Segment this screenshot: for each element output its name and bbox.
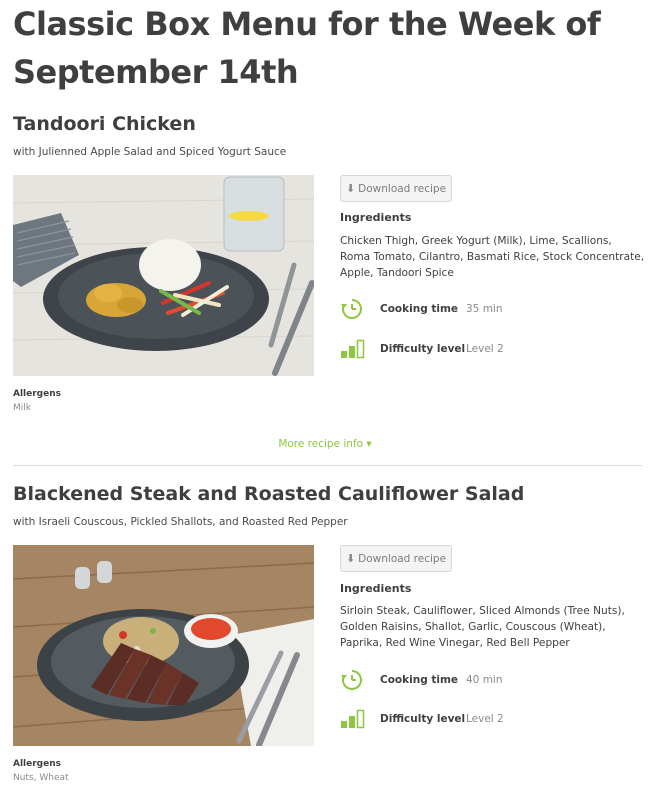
difficulty-bars-icon [340,708,366,730]
allergens-label: Allergens [13,389,61,399]
page-title: Classic Box Menu for the Week of Septemb… [13,5,601,91]
ingredients-heading: Ingredients [340,582,412,595]
download-recipe-button[interactable]: ⬇ Download recipe [340,545,452,572]
difficulty-row: Difficulty level Level 2 [340,337,504,361]
ingredients-heading: Ingredients [340,211,412,224]
download-icon: ⬇ [345,552,356,565]
download-recipe-button[interactable]: ⬇ Download recipe [340,175,452,202]
recipe-photo[interactable] [13,545,314,746]
difficulty-label: Difficulty level [380,713,466,725]
allergens-label: Allergens [13,759,61,769]
download-recipe-label: Download recipe [358,182,447,195]
download-recipe-label: Download recipe [358,552,447,565]
cooking-time-value: 35 min [466,303,503,315]
cooking-time-label: Cooking time [380,303,459,315]
clock-icon [340,669,366,691]
difficulty-value: Level 2 [466,343,504,355]
ingredients-list: Chicken Thigh, Greek Yogurt (Milk), Lime… [340,235,645,279]
allergens-value: Milk [13,403,31,413]
clock-icon [340,298,366,320]
more-recipe-info-link[interactable]: More recipe info ▾ [0,438,650,450]
difficulty-value: Level 2 [466,713,504,725]
ingredients-list: Sirloin Steak, Cauliflower, Sliced Almon… [340,605,625,649]
cooking-time-value: 40 min [466,674,503,686]
cooking-time-label: Cooking time [380,674,459,686]
recipe-title[interactable]: Blackened Steak and Roasted Cauliflower … [13,483,524,505]
cooking-time-row: Cooking time 35 min [340,297,503,321]
download-icon: ⬇ [345,182,356,195]
cooking-time-row: Cooking time 40 min [340,668,503,692]
difficulty-label: Difficulty level [380,343,466,355]
recipe-card: Tandoori Chicken with Julienned Apple Sa… [0,113,650,473]
allergens-value: Nuts, Wheat [13,773,69,783]
difficulty-bars-icon [340,338,366,360]
recipe-title[interactable]: Tandoori Chicken [13,113,196,135]
difficulty-row: Difficulty level Level 2 [340,707,504,731]
recipe-subtitle: with Julienned Apple Salad and Spiced Yo… [13,146,287,158]
recipe-photo[interactable] [13,175,314,376]
recipe-subtitle: with Israeli Couscous, Pickled Shallots,… [13,516,348,528]
divider [13,465,642,466]
recipe-card: Blackened Steak and Roasted Cauliflower … [0,483,650,796]
